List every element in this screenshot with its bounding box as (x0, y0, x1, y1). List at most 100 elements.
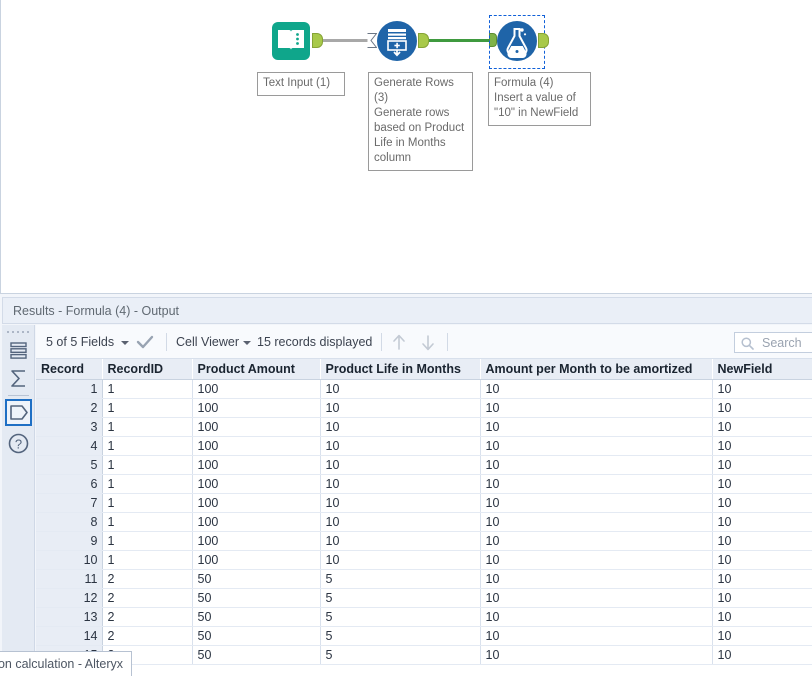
table-cell[interactable]: 10 (480, 493, 712, 512)
table-cell[interactable]: 10 (480, 569, 712, 588)
table-cell[interactable]: 1 (102, 417, 192, 436)
table-cell[interactable]: 10 (712, 436, 812, 455)
table-cell[interactable]: 1 (102, 379, 192, 398)
search-input[interactable] (760, 333, 812, 352)
table-cell[interactable]: 100 (192, 474, 320, 493)
table-cell[interactable]: 100 (192, 550, 320, 569)
table-cell[interactable]: 10 (712, 607, 812, 626)
table-cell[interactable]: 50 (192, 626, 320, 645)
search-box[interactable] (734, 332, 812, 353)
table-cell[interactable]: 50 (192, 607, 320, 626)
node-formula[interactable] (497, 21, 537, 61)
annotation-formula[interactable]: Formula (4) Insert a value of "10" in Ne… (488, 72, 591, 126)
rail-button-help[interactable]: ? (5, 430, 32, 457)
table-row[interactable]: 81100101010 (36, 512, 812, 531)
table-row[interactable]: 11100101010 (36, 379, 812, 398)
formula-output-port[interactable] (538, 33, 549, 48)
table-row[interactable]: 1225051010 (36, 588, 812, 607)
table-cell[interactable]: 10 (320, 512, 480, 531)
table-cell[interactable]: 10 (712, 512, 812, 531)
table-cell[interactable]: 50 (192, 569, 320, 588)
row-number-cell[interactable]: 13 (36, 607, 102, 626)
row-number-cell[interactable]: 8 (36, 512, 102, 531)
row-number-cell[interactable]: 1 (36, 379, 102, 398)
table-cell[interactable]: 10 (320, 379, 480, 398)
table-cell[interactable]: 1 (102, 474, 192, 493)
table-row[interactable]: 61100101010 (36, 474, 812, 493)
row-number-cell[interactable]: 10 (36, 550, 102, 569)
table-cell[interactable]: 100 (192, 493, 320, 512)
table-cell[interactable]: 2 (102, 569, 192, 588)
table-cell[interactable]: 10 (480, 379, 712, 398)
table-cell[interactable]: 50 (192, 645, 320, 664)
rail-button-metadata[interactable] (5, 399, 32, 426)
table-row[interactable]: 1525051010 (36, 645, 812, 664)
table-cell[interactable]: 10 (320, 493, 480, 512)
row-number-cell[interactable]: 9 (36, 531, 102, 550)
table-cell[interactable]: 10 (320, 474, 480, 493)
table-cell[interactable]: 10 (320, 398, 480, 417)
table-cell[interactable]: 5 (320, 588, 480, 607)
table-cell[interactable]: 10 (480, 550, 712, 569)
table-cell[interactable]: 5 (320, 626, 480, 645)
fields-chevron-down-icon[interactable] (121, 341, 129, 345)
row-number-cell[interactable]: 2 (36, 398, 102, 417)
table-row[interactable]: 1425051010 (36, 626, 812, 645)
table-cell[interactable]: 100 (192, 379, 320, 398)
table-cell[interactable]: 100 (192, 436, 320, 455)
column-header-product-amount[interactable]: Product Amount (192, 359, 320, 379)
table-cell[interactable]: 1 (102, 493, 192, 512)
table-cell[interactable]: 100 (192, 398, 320, 417)
table-cell[interactable]: 1 (102, 398, 192, 417)
table-cell[interactable]: 10 (712, 474, 812, 493)
table-cell[interactable]: 10 (712, 417, 812, 436)
table-cell[interactable]: 10 (320, 455, 480, 474)
table-cell[interactable]: 10 (320, 550, 480, 569)
table-cell[interactable]: 10 (480, 417, 712, 436)
table-cell[interactable]: 100 (192, 455, 320, 474)
arrow-down-icon[interactable] (420, 334, 436, 351)
table-cell[interactable]: 10 (712, 569, 812, 588)
view-mode-label[interactable]: Cell Viewer (176, 325, 239, 359)
table-cell[interactable]: 1 (102, 531, 192, 550)
table-cell[interactable]: 10 (480, 645, 712, 664)
table-cell[interactable]: 10 (480, 607, 712, 626)
column-header-product-life[interactable]: Product Life in Months (320, 359, 480, 379)
table-cell[interactable]: 10 (480, 398, 712, 417)
row-number-cell[interactable]: 14 (36, 626, 102, 645)
view-mode-chevron-down-icon[interactable] (243, 341, 251, 345)
table-cell[interactable]: 10 (480, 531, 712, 550)
table-cell[interactable]: 10 (712, 379, 812, 398)
table-cell[interactable]: 1 (102, 436, 192, 455)
table-cell[interactable]: 2 (102, 607, 192, 626)
table-cell[interactable]: 10 (480, 588, 712, 607)
generate-rows-output-port[interactable] (418, 33, 429, 48)
checkmark-icon[interactable] (136, 335, 154, 349)
column-header-recordid[interactable]: RecordID (102, 359, 192, 379)
column-header-amount-per-month[interactable]: Amount per Month to be amortized (480, 359, 712, 379)
table-row[interactable]: 1325051010 (36, 607, 812, 626)
annotation-text-input[interactable]: Text Input (1) (257, 72, 345, 96)
text-input-output-port[interactable] (312, 33, 323, 48)
rail-button-data-view[interactable] (5, 337, 32, 364)
table-cell[interactable]: 2 (102, 588, 192, 607)
row-number-cell[interactable]: 3 (36, 417, 102, 436)
rail-button-profile-summary[interactable] (5, 365, 32, 392)
column-header-record[interactable]: Record (36, 359, 102, 379)
table-row[interactable]: 21100101010 (36, 398, 812, 417)
fields-selector-label[interactable]: 5 of 5 Fields (46, 325, 114, 359)
table-cell[interactable]: 5 (320, 569, 480, 588)
table-cell[interactable]: 10 (480, 474, 712, 493)
table-cell[interactable]: 100 (192, 531, 320, 550)
workflow-canvas[interactable]: Text Input (1) Generate Rows (3) Generat… (0, 0, 812, 293)
arrow-up-icon[interactable] (391, 334, 407, 351)
table-cell[interactable]: 10 (712, 645, 812, 664)
table-cell[interactable]: 2 (102, 626, 192, 645)
column-header-newfield[interactable]: NewField (712, 359, 812, 379)
table-cell[interactable]: 10 (480, 436, 712, 455)
table-row[interactable]: 91100101010 (36, 531, 812, 550)
table-cell[interactable]: 1 (102, 455, 192, 474)
table-cell[interactable]: 10 (712, 493, 812, 512)
table-cell[interactable]: 5 (320, 645, 480, 664)
table-cell[interactable]: 1 (102, 550, 192, 569)
